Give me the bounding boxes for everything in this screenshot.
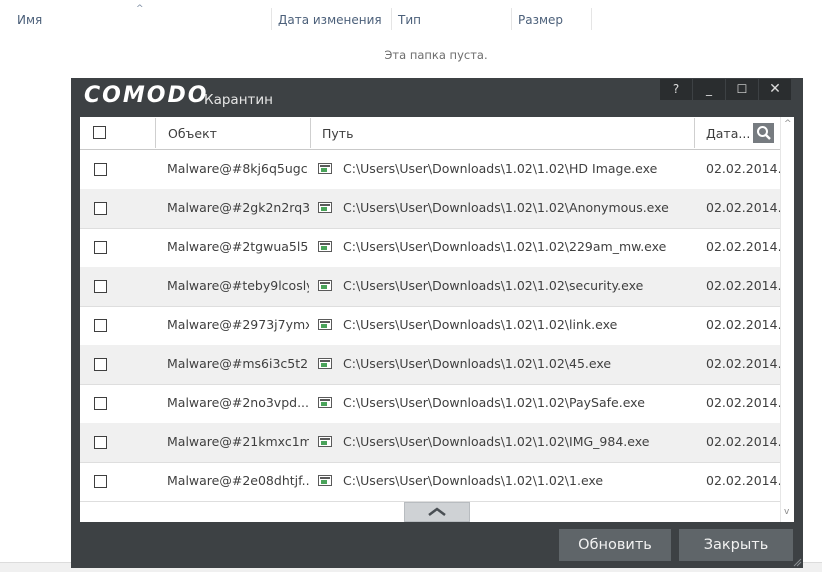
close-window-button[interactable]: ✕ xyxy=(759,79,791,100)
object-name: Malware@#2gk2n2rq3... xyxy=(167,200,309,215)
row-checkbox[interactable] xyxy=(94,280,107,293)
search-button[interactable] xyxy=(753,123,774,143)
quarantine-date: 02.02.2014... xyxy=(706,317,780,332)
table-row[interactable]: Malware@#21kmxc1ml... C:\Users\User\Down… xyxy=(80,423,780,463)
file-path: C:\Users\User\Downloads\1.02\1.02\45.exe xyxy=(343,356,612,371)
scroll-down-icon[interactable]: v xyxy=(784,507,789,517)
row-checkbox[interactable] xyxy=(94,436,107,449)
table-row[interactable]: Malware@#2gk2n2rq3... C:\Users\User\Down… xyxy=(80,189,780,229)
column-divider[interactable] xyxy=(694,118,695,148)
file-path: C:\Users\User\Downloads\1.02\1.02\229am_… xyxy=(343,239,667,254)
maximize-button[interactable]: ☐ xyxy=(726,79,758,100)
quarantine-date: 02.02.2014... xyxy=(706,473,780,488)
table-row[interactable]: Malware@#2tgwua5l5l... C:\Users\User\Dow… xyxy=(80,228,780,268)
object-name: Malware@#2tgwua5l5l... xyxy=(167,239,309,254)
executable-file-icon xyxy=(318,319,332,330)
empty-folder-message: Эта папка пуста. xyxy=(384,48,488,62)
object-name: Malware@#teby9lcoslyl xyxy=(167,278,309,293)
table-row[interactable]: Malware@#2973j7ymx... C:\Users\User\Down… xyxy=(80,306,780,346)
quarantine-date: 02.02.2014... xyxy=(706,434,780,449)
object-name: Malware@#2e08dhtjf... xyxy=(167,473,309,488)
table-header: Объект Путь Дата... xyxy=(80,117,780,150)
executable-file-icon xyxy=(318,280,332,291)
column-divider[interactable] xyxy=(310,118,311,148)
dialog-title: Карантин xyxy=(204,92,273,108)
row-checkbox[interactable] xyxy=(94,241,107,254)
quarantine-date: 02.02.2014... xyxy=(706,395,780,410)
select-all-checkbox[interactable] xyxy=(93,126,106,139)
column-name[interactable]: Имя xyxy=(17,13,42,27)
column-date-modified[interactable]: Дата изменения xyxy=(278,13,382,27)
search-icon xyxy=(757,126,771,140)
table-row[interactable]: Malware@#ms6i3c5t2... C:\Users\User\Down… xyxy=(80,345,780,385)
file-path: C:\Users\User\Downloads\1.02\1.02\1.exe xyxy=(343,473,604,488)
quarantine-date: 02.02.2014... xyxy=(706,239,780,254)
chevron-up-icon xyxy=(428,507,446,516)
quarantine-date: 02.02.2014... xyxy=(706,161,780,176)
file-path: C:\Users\User\Downloads\1.02\1.02\link.e… xyxy=(343,317,618,332)
column-type[interactable]: Тип xyxy=(398,13,421,27)
scroll-up-icon[interactable]: ^ xyxy=(784,119,792,129)
column-divider[interactable] xyxy=(391,8,392,30)
table-row[interactable]: Malware@#2no3vpd... C:\Users\User\Downlo… xyxy=(80,384,780,424)
executable-file-icon xyxy=(318,163,332,174)
file-path: C:\Users\User\Downloads\1.02\1.02\PaySaf… xyxy=(343,395,645,410)
column-divider[interactable] xyxy=(271,8,272,30)
row-checkbox[interactable] xyxy=(94,358,107,371)
sort-ascending-icon: ^ xyxy=(136,4,144,14)
table-row[interactable]: Malware@#8kj6q5ugc... C:\Users\User\Down… xyxy=(80,150,780,190)
executable-file-icon xyxy=(318,397,332,408)
object-name: Malware@#21kmxc1ml... xyxy=(167,434,309,449)
object-name: Malware@#2no3vpd... xyxy=(167,395,309,410)
quarantine-dialog: COMODO Карантин ? _ ☐ ✕ Объект Путь Дата… xyxy=(71,78,803,568)
file-path: C:\Users\User\Downloads\1.02\1.02\HD Ima… xyxy=(343,161,658,176)
file-path: C:\Users\User\Downloads\1.02\1.02\IMG_98… xyxy=(343,434,650,449)
column-size[interactable]: Размер xyxy=(518,13,563,27)
executable-file-icon xyxy=(318,475,332,486)
executable-file-icon xyxy=(318,436,332,447)
row-checkbox[interactable] xyxy=(94,319,107,332)
column-divider[interactable] xyxy=(591,8,592,30)
column-divider[interactable] xyxy=(511,8,512,30)
column-object[interactable]: Объект xyxy=(168,126,217,141)
row-checkbox[interactable] xyxy=(94,397,107,410)
object-name: Malware@#ms6i3c5t2... xyxy=(167,356,309,371)
quarantine-date: 02.02.2014... xyxy=(706,278,780,293)
object-name: Malware@#8kj6q5ugc... xyxy=(167,161,309,176)
column-divider[interactable] xyxy=(155,118,156,148)
minimize-button[interactable]: _ xyxy=(693,79,725,100)
refresh-button[interactable]: Обновить xyxy=(559,529,671,561)
comodo-logo: COMODO xyxy=(84,83,209,108)
close-button[interactable]: Закрыть xyxy=(679,529,793,561)
file-path: C:\Users\User\Downloads\1.02\1.02\securi… xyxy=(343,278,644,293)
table-row[interactable]: Malware@#teby9lcoslyl C:\Users\User\Down… xyxy=(80,267,780,307)
table-row[interactable]: Malware@#2e08dhtjf... C:\Users\User\Down… xyxy=(80,462,780,502)
quarantine-date: 02.02.2014... xyxy=(706,356,780,371)
resize-grip-icon[interactable] xyxy=(792,557,802,567)
executable-file-icon xyxy=(318,358,332,369)
quarantine-list: Объект Путь Дата... Malware@#8kj6q5ugc..… xyxy=(80,117,794,522)
row-checkbox[interactable] xyxy=(94,163,107,176)
column-path[interactable]: Путь xyxy=(322,126,353,141)
vertical-scrollbar[interactable]: ^ v xyxy=(780,117,794,522)
executable-file-icon xyxy=(318,202,332,213)
executable-file-icon xyxy=(318,241,332,252)
help-button[interactable]: ? xyxy=(660,79,692,100)
object-name: Malware@#2973j7ymx... xyxy=(167,317,309,332)
file-path: C:\Users\User\Downloads\1.02\1.02\Anonym… xyxy=(343,200,669,215)
row-checkbox[interactable] xyxy=(94,475,107,488)
quarantine-date: 02.02.2014... xyxy=(706,200,780,215)
explorer-column-header: Имя ^ Дата изменения Тип Размер xyxy=(0,0,822,40)
collapse-panel-button[interactable] xyxy=(404,502,470,522)
row-checkbox[interactable] xyxy=(94,202,107,215)
column-date[interactable]: Дата... xyxy=(706,126,750,141)
